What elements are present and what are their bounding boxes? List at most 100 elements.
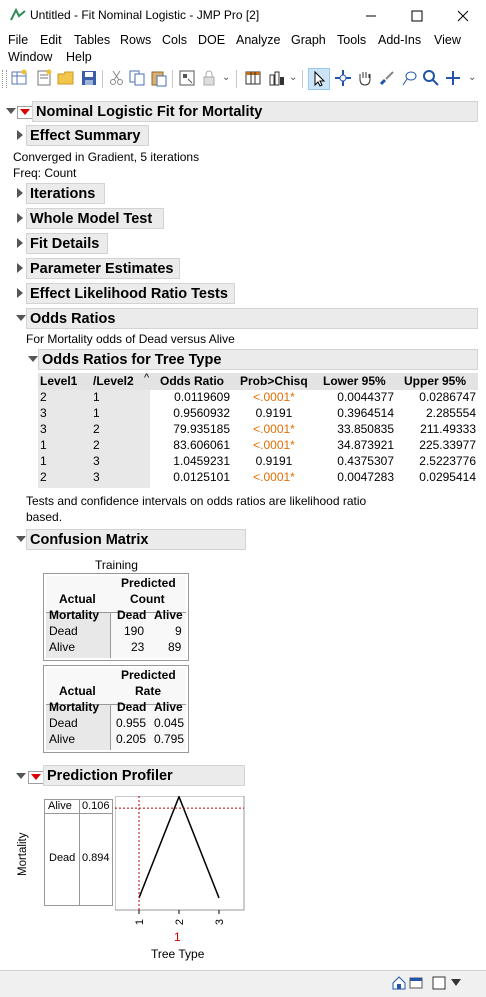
odds-cell-level1: 3 bbox=[40, 422, 47, 436]
brush-icon[interactable] bbox=[378, 69, 396, 87]
menu-file[interactable]: File bbox=[8, 33, 28, 47]
menu-tools[interactable]: Tools bbox=[337, 33, 366, 47]
disclosure-closed-icon[interactable] bbox=[17, 213, 23, 223]
effect-summary-outline[interactable]: Effect Summary bbox=[26, 125, 149, 146]
disclosure-closed-icon[interactable] bbox=[17, 238, 23, 248]
disclosure-open-icon[interactable] bbox=[16, 536, 26, 542]
odds-cell-upper95: 0.0295414 bbox=[419, 470, 476, 484]
confusion-matrix-outline[interactable]: Confusion Matrix bbox=[26, 529, 246, 550]
odds-cell-upper95: 211.49333 bbox=[420, 422, 476, 436]
checkbox-icon[interactable] bbox=[432, 976, 446, 990]
lock-icon[interactable] bbox=[200, 69, 218, 87]
actual-alive-label: Alive bbox=[49, 732, 76, 746]
disclosure-open-icon[interactable] bbox=[16, 315, 26, 321]
crosshair-icon[interactable] bbox=[334, 69, 352, 87]
toolbar-overflow-icon-2[interactable]: ⌄ bbox=[289, 72, 297, 83]
menu-view[interactable]: View bbox=[434, 33, 461, 47]
menu-window[interactable]: Window bbox=[8, 50, 52, 64]
whole-model-test-outline[interactable]: Whole Model Test bbox=[26, 208, 164, 229]
odds-ratios-tree-type-outline[interactable]: Odds Ratios for Tree Type bbox=[38, 349, 478, 370]
toolbar-grip bbox=[2, 70, 7, 88]
rate-label: Rate bbox=[135, 684, 162, 698]
cut-icon[interactable] bbox=[108, 69, 126, 87]
col-header-lower95[interactable]: Lower 95% bbox=[323, 374, 386, 388]
menu-cols[interactable]: Cols bbox=[162, 33, 187, 47]
grabber-hand-icon[interactable] bbox=[356, 69, 374, 87]
minimize-button[interactable] bbox=[348, 0, 394, 31]
column-chart-icon[interactable] bbox=[268, 69, 286, 87]
disclosure-closed-icon[interactable] bbox=[17, 263, 23, 273]
lasso-icon[interactable] bbox=[400, 69, 418, 87]
prediction-profiler-outline[interactable]: Prediction Profiler bbox=[43, 765, 245, 786]
disclosure-open-icon[interactable] bbox=[6, 108, 16, 114]
menu-addins[interactable]: Add-Ins bbox=[378, 33, 421, 47]
arrow-cursor-icon bbox=[314, 70, 326, 87]
count-alive-dead: 23 bbox=[131, 640, 145, 654]
pred-dead-header: Dead bbox=[117, 700, 147, 714]
odds-cell-lower95: 0.0044377 bbox=[337, 390, 394, 404]
menu-help[interactable]: Help bbox=[66, 50, 92, 64]
odds-cell-prob-chisq: 0.9191 bbox=[255, 454, 293, 468]
col-header-level1[interactable]: Level1 bbox=[40, 374, 77, 388]
toolbar-overflow-icon-3[interactable]: ⌄ bbox=[468, 72, 476, 83]
toolbar-overflow-icon[interactable]: ⌄ bbox=[222, 72, 230, 83]
fit-details-outline[interactable]: Fit Details bbox=[26, 233, 108, 254]
menu-edit[interactable]: Edit bbox=[40, 33, 62, 47]
odds-cell-odds-ratio: 79.935185 bbox=[173, 422, 230, 436]
profiler-current-x-value: 1 bbox=[174, 930, 181, 944]
parameter-estimates-outline[interactable]: Parameter Estimates bbox=[26, 258, 180, 279]
dropdown-arrow-icon[interactable] bbox=[451, 979, 461, 987]
sort-caret-icon[interactable]: ^ bbox=[144, 372, 149, 384]
disclosure-closed-icon[interactable] bbox=[17, 130, 23, 140]
menu-rows[interactable]: Rows bbox=[120, 33, 151, 47]
odds-ratios-outline[interactable]: Odds Ratios bbox=[26, 308, 478, 329]
maximize-button[interactable] bbox=[394, 0, 440, 31]
mortality-label: Mortality bbox=[49, 700, 100, 714]
disclosure-open-icon[interactable] bbox=[16, 773, 26, 779]
profiler-x-label: Tree Type bbox=[151, 947, 205, 961]
close-icon bbox=[457, 10, 469, 22]
menu-analyze[interactable]: Analyze bbox=[236, 33, 280, 47]
open-folder-icon[interactable] bbox=[57, 69, 75, 87]
red-triangle-menu-icon[interactable] bbox=[28, 771, 44, 784]
actual-label: Actual bbox=[59, 592, 96, 606]
menu-graph[interactable]: Graph bbox=[291, 33, 326, 47]
odds-cell-level2: 2 bbox=[93, 438, 100, 452]
col-header-odds-ratio[interactable]: Odds Ratio bbox=[160, 374, 224, 388]
col-header-prob-chisq[interactable]: Prob>Chisq bbox=[240, 374, 308, 388]
paste-icon[interactable] bbox=[150, 69, 168, 87]
save-icon[interactable] bbox=[80, 69, 98, 87]
disclosure-closed-icon[interactable] bbox=[17, 188, 23, 198]
arrow-tool-button[interactable] bbox=[308, 68, 330, 90]
profiler-x-tick-label: 2 bbox=[174, 919, 186, 925]
odds-cell-odds-ratio: 0.0119609 bbox=[174, 390, 230, 404]
copy-icon[interactable] bbox=[128, 69, 146, 87]
close-button[interactable] bbox=[440, 0, 486, 31]
disclosure-open-icon[interactable] bbox=[28, 356, 38, 362]
table-icon[interactable] bbox=[244, 69, 262, 87]
new-script-icon[interactable] bbox=[35, 69, 53, 87]
mortality-label: Mortality bbox=[49, 608, 100, 622]
red-triangle-menu-icon[interactable] bbox=[17, 106, 33, 119]
new-data-table-icon[interactable] bbox=[10, 69, 28, 87]
profiler-dead-value: 0.894 bbox=[82, 852, 110, 864]
iterations-outline[interactable]: Iterations bbox=[26, 183, 105, 204]
profiler-alive-value: 0.106 bbox=[82, 800, 110, 812]
window-title: Untitled - Fit Nominal Logistic - JMP Pr… bbox=[30, 8, 260, 22]
menu-tables[interactable]: Tables bbox=[74, 33, 110, 47]
home-icon[interactable] bbox=[391, 975, 407, 991]
disclosure-closed-icon[interactable] bbox=[17, 288, 23, 298]
data-view-icon[interactable] bbox=[178, 69, 196, 87]
col-header-level2[interactable]: /Level2 bbox=[93, 374, 134, 388]
menu-doe[interactable]: DOE bbox=[198, 33, 225, 47]
col-header-upper95[interactable]: Upper 95% bbox=[404, 374, 466, 388]
plus-crosshair-icon[interactable] bbox=[444, 69, 462, 87]
profiler-plot[interactable]: 1 2 3 bbox=[115, 796, 246, 936]
odds-cell-odds-ratio: 1.0459231 bbox=[173, 454, 230, 468]
main-report-title[interactable]: Nominal Logistic Fit for Mortality bbox=[32, 101, 478, 122]
magnifier-icon[interactable] bbox=[422, 69, 440, 87]
effect-lr-tests-outline[interactable]: Effect Likelihood Ratio Tests bbox=[26, 283, 235, 304]
window-list-icon[interactable] bbox=[408, 975, 424, 991]
odds-note-line2: based. bbox=[26, 510, 63, 524]
actual-dead-label: Dead bbox=[49, 624, 78, 638]
